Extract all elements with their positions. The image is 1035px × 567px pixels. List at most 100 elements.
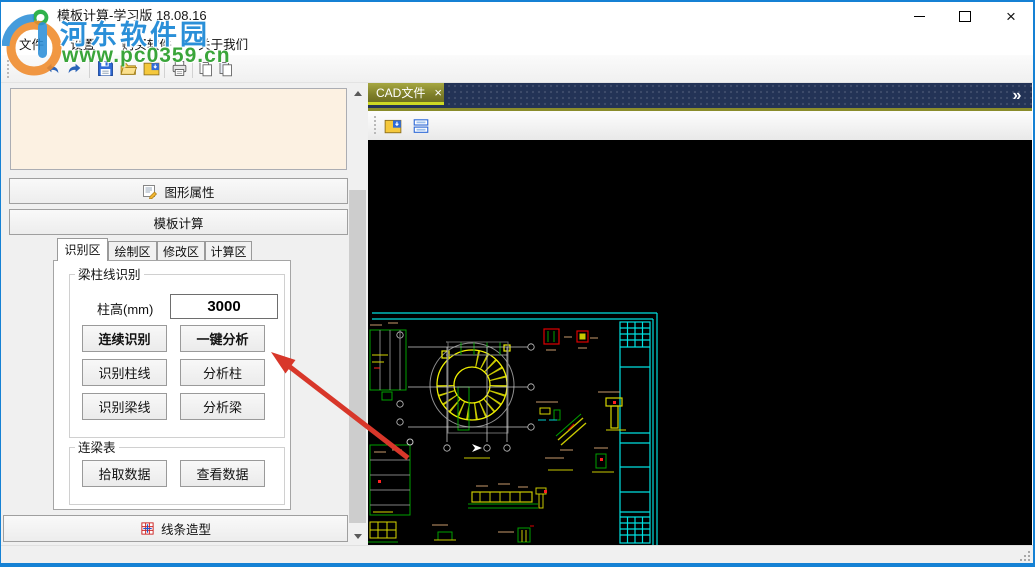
undo-icon (46, 63, 58, 74)
column-height-label: 柱高(mm) (97, 302, 154, 317)
undo-button[interactable] (41, 57, 63, 80)
print-icon (172, 61, 186, 76)
recognize-column-line-button[interactable]: 识别柱线 (82, 359, 167, 386)
panel-scrollbar[interactable] (349, 85, 366, 545)
minimize-icon (913, 15, 925, 17)
button-label: 识别柱线 (98, 366, 151, 381)
scroll-down-button[interactable] (349, 528, 366, 545)
copy-button[interactable] (196, 57, 216, 80)
arrow-down-icon (353, 534, 362, 539)
toolbar-separator (89, 59, 90, 78)
one-key-analyze-button[interactable]: 一键分析 (180, 325, 265, 352)
left-details (368, 322, 414, 543)
beam-table-group: 连梁表 拾取数据 查看数据 (69, 442, 285, 505)
open-folder-button[interactable] (117, 57, 139, 80)
toolbar-grip[interactable] (7, 60, 11, 78)
template-calc-label: 模板计算 (153, 216, 204, 231)
tab-cad-file[interactable]: CAD文件 × (368, 83, 444, 105)
button-label: 查看数据 (196, 467, 249, 482)
window-border (0, 0, 1035, 2)
template-calc-button[interactable]: 模板计算 (9, 209, 348, 235)
cad-tab-label: CAD文件 (376, 86, 426, 100)
spiral-stair-plan (429, 341, 515, 434)
toolbar-separator (164, 59, 165, 78)
redo-button[interactable] (63, 57, 85, 80)
graphic-properties-button[interactable]: 图形属性 (9, 178, 348, 204)
tab-calculate[interactable]: 计算区 (205, 241, 252, 261)
cad-toolbar-grip[interactable] (374, 116, 378, 134)
cad-viewport[interactable] (368, 140, 1032, 545)
recognize-beam-line-button[interactable]: 识别梁线 (82, 393, 167, 420)
cad-layers-button[interactable] (410, 114, 432, 137)
tab-overflow-chevron[interactable]: » (1005, 86, 1029, 105)
toolbar-separator (192, 59, 193, 78)
button-label: 连续识别 (98, 332, 151, 347)
window-border (0, 0, 1, 567)
tab-close-icon[interactable]: × (434, 86, 442, 99)
group-title: 连梁表 (75, 442, 119, 454)
button-label: 分析柱 (202, 366, 242, 381)
scrollbar-thumb[interactable] (349, 190, 366, 523)
right-details (536, 328, 626, 473)
recognition-tab-page: 梁柱线识别 柱高(mm) 连续识别 一键分析 识别柱线 分析柱 识别梁线 分析梁… (53, 260, 291, 510)
copy-icon (199, 61, 212, 76)
layers-icon (413, 118, 429, 133)
export-image-icon (384, 119, 402, 133)
button-label: 分析梁 (202, 400, 242, 415)
graphic-properties-label: 图形属性 (164, 185, 215, 200)
analyze-column-button[interactable]: 分析柱 (180, 359, 265, 386)
title-bar: 模板计算-学习版 18.08.16 × (1, 2, 1033, 30)
paste-icon (219, 61, 232, 76)
save-button[interactable] (94, 57, 116, 80)
tab-draw[interactable]: 绘制区 (108, 241, 157, 261)
maximize-icon (959, 10, 971, 22)
menu-settings[interactable]: 设置 (61, 30, 104, 55)
column-height-input[interactable] (170, 294, 278, 319)
minimize-button[interactable] (896, 2, 942, 30)
menu-bar: 文件 设置 购买软件 关于我们 (1, 30, 1033, 55)
properties-icon (143, 185, 158, 199)
button-label: 识别梁线 (98, 400, 151, 415)
menu-about[interactable]: 关于我们 (189, 30, 257, 55)
export-image-icon (143, 62, 159, 76)
window-border (0, 563, 1035, 567)
beam-column-group: 梁柱线识别 柱高(mm) 连续识别 一键分析 识别柱线 分析柱 识别梁线 分析梁 (69, 269, 285, 438)
paste-button[interactable] (216, 57, 236, 80)
cad-tab-bar: CAD文件 × (368, 83, 1032, 108)
maximize-button[interactable] (942, 2, 988, 30)
menu-file[interactable]: 文件 (10, 30, 53, 55)
button-label: 一键分析 (196, 332, 249, 347)
resize-grip[interactable] (1017, 548, 1031, 562)
tab-label: 识别区 (64, 243, 101, 257)
open-folder-icon (119, 63, 137, 75)
cad-export-image-button[interactable] (382, 114, 404, 137)
line-style-button[interactable]: 线条造型 (3, 515, 348, 542)
pick-data-button[interactable]: 拾取数据 (82, 460, 167, 487)
group-title: 梁柱线识别 (75, 269, 144, 281)
cad-drawing (368, 312, 658, 545)
tab-recognition[interactable]: 识别区 (57, 238, 108, 261)
tab-label: 绘制区 (114, 245, 151, 259)
menu-buy[interactable]: 购买软件 (113, 30, 181, 55)
tab-label: 计算区 (210, 245, 247, 259)
cad-toolbar (368, 111, 1032, 140)
preview-box[interactable] (10, 88, 347, 170)
export-image-button[interactable] (140, 57, 162, 80)
continuous-recognize-button[interactable]: 连续识别 (82, 325, 167, 352)
tab-label: 修改区 (162, 245, 199, 259)
view-data-button[interactable]: 查看数据 (180, 460, 265, 487)
print-button[interactable] (168, 57, 190, 80)
arrow-up-icon (353, 91, 362, 96)
bottom-details (432, 444, 547, 543)
scroll-up-button[interactable] (349, 85, 366, 102)
grid-icon (141, 522, 154, 535)
window-title: 模板计算-学习版 18.08.16 (57, 8, 207, 23)
status-bar (1, 545, 1033, 563)
close-button[interactable]: × (988, 2, 1034, 30)
tab-modify[interactable]: 修改区 (157, 241, 205, 261)
save-icon (97, 61, 113, 76)
button-label: 拾取数据 (98, 467, 151, 482)
drawing-frame (372, 312, 658, 545)
left-panel: 图形属性 模板计算 识别区 绘制区 修改区 计算区 梁柱线识别 柱高(mm) 连… (1, 83, 368, 545)
analyze-beam-button[interactable]: 分析梁 (180, 393, 265, 420)
